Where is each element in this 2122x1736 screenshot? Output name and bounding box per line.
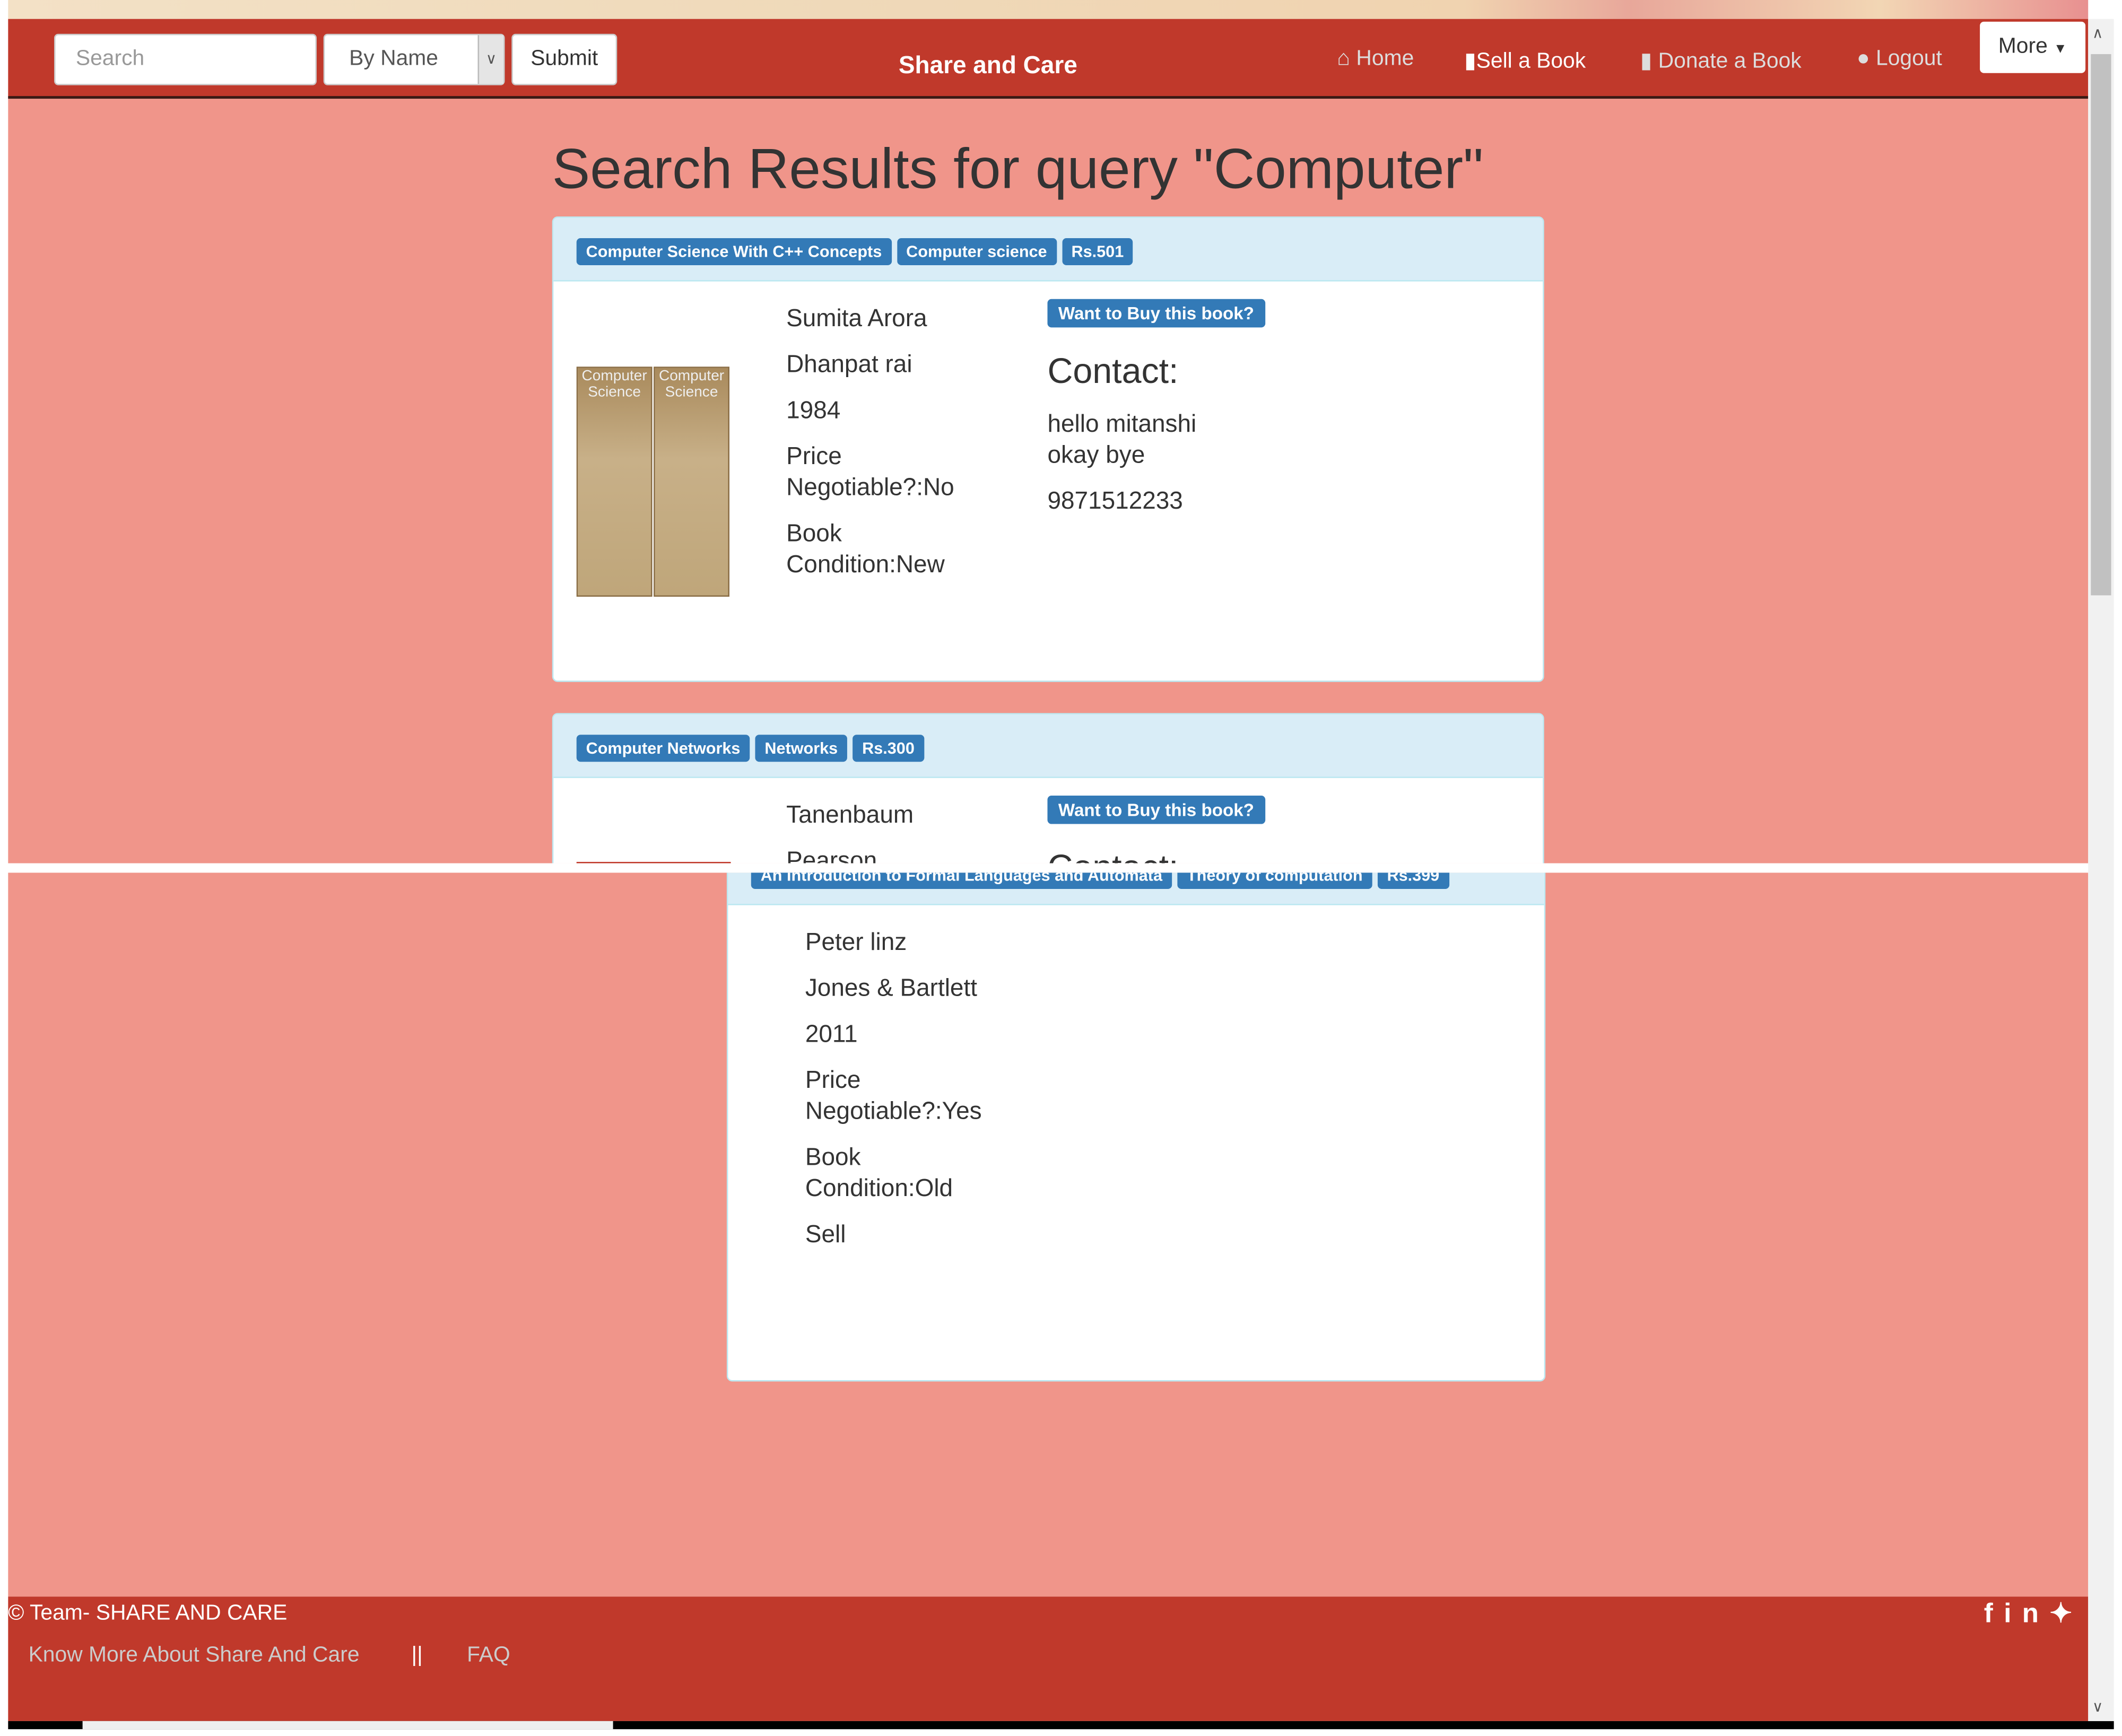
search-by-select[interactable]: By Name ∨	[323, 33, 505, 85]
nav-home[interactable]: ⌂ Home	[1337, 47, 1414, 72]
want-to-buy-button[interactable]: Want to Buy this book?	[1047, 795, 1265, 824]
price-label: Rs.501	[1062, 238, 1134, 265]
negotiable-value: Negotiable?:No	[786, 473, 954, 501]
contact-line: okay bye	[1047, 441, 1145, 468]
contact-message: hello mitanshi okay bye	[1047, 408, 1196, 470]
search-placeholder: Search	[75, 47, 145, 71]
nav-home-label: Home	[1356, 47, 1414, 71]
card-heading: Computer Networks Networks Rs.300	[553, 714, 1543, 778]
page-title: Search Results for query "Computer"	[552, 136, 1484, 200]
facebook-icon[interactable]: f	[1984, 1599, 2004, 1629]
negotiable-label: Price	[805, 1066, 861, 1094]
book-condition: Book Condition:New	[786, 518, 945, 580]
book-year: 1984	[786, 396, 841, 424]
nav-sell-book[interactable]: ▮Sell a Book	[1464, 47, 1586, 74]
book-cover-image: Computer Science Computer Science	[576, 367, 731, 597]
browser-viewport: Search By Name ∨ Submit Share and Care ⌂…	[0, 0, 2122, 1736]
nav-logout[interactable]: ● Logout	[1857, 47, 1942, 72]
book-author: Peter linz	[805, 928, 907, 956]
book-year: 2011	[805, 1020, 858, 1048]
price-negotiable: Price Negotiable?:Yes	[805, 1065, 982, 1127]
card-heading: An Introduction to Formal Languages and …	[728, 873, 1544, 905]
nav-sell-label: Sell a Book	[1476, 50, 1586, 73]
result-card: An Introduction to Formal Languages and …	[726, 873, 1546, 1382]
contact-phone: 9871512233	[1047, 487, 1183, 514]
card-heading: Computer Science With C++ Concepts Comput…	[553, 217, 1543, 282]
book-title-label: Computer Networks	[576, 735, 750, 762]
navbar: Search By Name ∨ Submit Share and Care ⌂…	[8, 19, 2089, 99]
book-publisher: Dhanpat rai	[786, 350, 912, 378]
book-title-label: An Introduction to Formal Languages and …	[751, 873, 1172, 889]
footer-separator: ||	[411, 1644, 423, 1667]
listing-type: Sell	[805, 1220, 846, 1248]
footer: © Team- SHARE AND CARE Know More About S…	[8, 1597, 2089, 1721]
book-author: Tanenbaum	[786, 801, 914, 828]
search-input[interactable]: Search	[54, 33, 317, 85]
brand-title[interactable]: Share and Care	[899, 51, 1077, 80]
scrollbar-thumb[interactable]	[2091, 54, 2111, 596]
main-content: Search Results for query "Computer" Comp…	[8, 99, 2089, 863]
twitter-icon[interactable]: ✦	[2049, 1599, 2083, 1629]
about-link[interactable]: Know More About Share And Care	[29, 1644, 360, 1668]
header-banner-image	[8, 0, 2089, 19]
book-author: Sumita Arora	[786, 304, 927, 332]
caret-down-icon: ▼	[2054, 42, 2067, 57]
result-card: Computer Science With C++ Concepts Comput…	[552, 216, 1544, 682]
want-to-buy-button[interactable]: Want to Buy this book?	[1047, 299, 1265, 328]
nav-donate-label: Donate a Book	[1658, 50, 1802, 73]
home-icon: ⌂	[1337, 47, 1351, 71]
condition-value: Condition:Old	[805, 1174, 953, 1202]
scroll-down-icon[interactable]: ∨	[2092, 1698, 2103, 1716]
book-title-label: Computer Science With C++ Concepts	[576, 238, 892, 265]
category-label: Theory of computation	[1177, 873, 1372, 889]
book-icon: ▮	[1464, 50, 1476, 73]
book-cover-image	[576, 861, 731, 863]
cover-text: Computer Science	[654, 367, 729, 597]
contact-heading: Contact:	[1047, 847, 1178, 863]
chevron-down-icon: ∨	[477, 35, 503, 84]
social-links: fin✦	[1984, 1597, 2083, 1630]
book-publisher: Pearson	[786, 847, 877, 863]
category-label: Networks	[755, 735, 848, 762]
more-label: More	[1998, 35, 2048, 58]
nav-logout-label: Logout	[1876, 47, 1942, 71]
price-label: Rs.300	[853, 735, 924, 762]
negotiable-label: Price	[786, 442, 842, 470]
contact-line: hello mitanshi	[1047, 409, 1197, 437]
book-publisher: Jones & Bartlett	[805, 974, 978, 1001]
copyright: © Team- SHARE AND CARE	[8, 1602, 288, 1625]
result-card: Computer Networks Networks Rs.300 Tanenbau…	[552, 713, 1544, 863]
contact-heading: Contact:	[1047, 350, 1179, 391]
cover-text: Computer Science	[576, 367, 653, 597]
submit-button[interactable]: Submit	[511, 33, 618, 85]
book-condition: Book Condition:Old	[805, 1142, 953, 1204]
more-dropdown-button[interactable]: More ▼	[1980, 21, 2086, 73]
category-label: Computer science	[897, 238, 1057, 265]
taskbar-strip	[8, 1721, 2114, 1730]
main-content-continued: An Introduction to Formal Languages and …	[8, 873, 2089, 1597]
negotiable-value: Negotiable?:Yes	[805, 1097, 982, 1124]
linkedin-icon[interactable]: in	[2004, 1599, 2049, 1629]
scroll-up-icon[interactable]: ∧	[2092, 24, 2103, 42]
users-icon: ●	[1856, 47, 1870, 71]
condition-label: Book	[805, 1143, 861, 1171]
book-icon: ▮	[1640, 50, 1653, 73]
nav-donate-book[interactable]: ▮ Donate a Book	[1640, 47, 1802, 74]
condition-label: Book	[786, 519, 842, 547]
condition-value: Condition:New	[786, 551, 945, 578]
price-negotiable: Price Negotiable?:No	[786, 441, 954, 503]
price-label: Rs.399	[1377, 873, 1449, 889]
faq-link[interactable]: FAQ	[467, 1644, 510, 1668]
search-by-value: By Name	[349, 47, 439, 71]
